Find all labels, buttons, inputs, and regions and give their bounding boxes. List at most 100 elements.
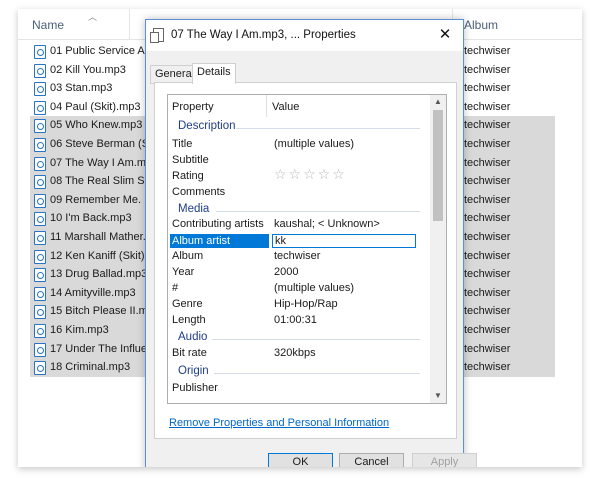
prop-bitrate-label: Bit rate xyxy=(172,347,207,359)
remove-properties-link[interactable]: Remove Properties and Personal Informati… xyxy=(169,417,389,429)
prop-album-label: Album xyxy=(172,250,204,262)
prop-year-label: Year xyxy=(172,266,195,278)
column-name-header[interactable]: Name xyxy=(32,18,64,32)
prop-rating-label: Rating xyxy=(172,170,204,182)
scroll-up-icon[interactable]: ▲ xyxy=(430,95,446,109)
album-artist-input[interactable]: kk xyxy=(272,234,416,248)
file-name: 04 Paul (Skit).mp3 xyxy=(50,100,141,113)
file-album: techwiser xyxy=(464,361,511,374)
close-button[interactable]: ✕ xyxy=(433,25,457,45)
sort-up-icon: ︿ xyxy=(88,12,98,22)
cancel-button[interactable]: Cancel xyxy=(339,453,404,467)
section-audio: Audio xyxy=(178,331,208,343)
apply-button[interactable]: Apply xyxy=(412,453,477,467)
file-name: 07 The Way I Am.m xyxy=(50,156,146,169)
scroll-thumb[interactable] xyxy=(433,110,443,221)
details-panel: Property Value Description Title (multip… xyxy=(154,82,457,439)
file-album: techwiser xyxy=(464,63,511,76)
prop-title-value[interactable]: (multiple values) xyxy=(274,138,354,150)
ok-button[interactable]: OK xyxy=(268,453,333,467)
prop-year-value[interactable]: 2000 xyxy=(274,266,298,278)
properties-dialog: 07 The Way I Am.mp3, ... Properties ✕ Ge… xyxy=(145,19,477,467)
file-album: techwiser xyxy=(464,268,511,281)
audio-file-icon xyxy=(34,361,46,376)
prop-contributing-artists-label: Contributing artists xyxy=(172,218,264,230)
file-album: techwiser xyxy=(464,324,511,336)
file-album: techwiser xyxy=(464,305,511,318)
header-divider[interactable] xyxy=(266,95,267,117)
file-name: 18 Criminal.mp3 xyxy=(50,361,131,374)
audio-file-icon xyxy=(34,193,46,208)
column-divider[interactable] xyxy=(129,9,130,39)
prop-genre-label: Genre xyxy=(172,298,203,310)
section-media: Media xyxy=(178,203,210,215)
file-album: techwiser xyxy=(464,175,511,188)
vertical-scrollbar[interactable]: ▲ ▼ xyxy=(430,95,446,403)
file-name: 06 Steve Berman (S... xyxy=(50,138,159,150)
file-album: techwiser xyxy=(464,231,511,243)
file-name: 03 Stan.mp3 xyxy=(50,82,113,95)
file-name: 01 Public Service A... xyxy=(50,45,154,57)
audio-file-icon xyxy=(34,63,46,78)
file-album: techwiser xyxy=(464,286,511,299)
file-album: techwiser xyxy=(464,45,511,57)
prop-publisher-label: Publisher xyxy=(172,382,218,394)
audio-file-icon xyxy=(34,249,46,264)
prop-genre-value[interactable]: Hip-Hop/Rap xyxy=(274,298,338,310)
album-artist-row-selected[interactable]: Album artist xyxy=(170,234,269,248)
audio-file-icon xyxy=(34,212,46,227)
audio-file-icon xyxy=(34,324,46,338)
tab-details[interactable]: Details xyxy=(192,63,236,84)
explorer-window: Name ︿ Album 01 Public Service A... techw… xyxy=(18,9,582,467)
column-album-header[interactable]: Album xyxy=(464,18,498,32)
file-name: 12 Ken Kaniff (Skit). xyxy=(50,249,148,262)
prop-number-label: # xyxy=(172,282,179,294)
file-name: 10 I'm Back.mp3 xyxy=(50,212,132,225)
audio-file-icon xyxy=(34,286,46,301)
file-album: techwiser xyxy=(464,212,511,225)
audio-file-icon xyxy=(34,175,46,190)
prop-number-value[interactable]: (multiple values) xyxy=(274,282,354,294)
audio-file-icon xyxy=(34,45,46,59)
file-album: techwiser xyxy=(464,193,511,206)
file-name: 02 Kill You.mp3 xyxy=(50,63,126,76)
file-album: techwiser xyxy=(464,156,511,169)
file-name: 17 Under The Influe... xyxy=(50,342,157,355)
audio-file-icon xyxy=(34,138,46,152)
property-list: Property Value Description Title (multip… xyxy=(167,94,447,404)
title-bar[interactable]: 07 The Way I Am.mp3, ... Properties ✕ xyxy=(146,20,463,51)
file-name: 09 Remember Me. xyxy=(50,193,142,206)
prop-title-label: Title xyxy=(172,138,193,150)
files-icon xyxy=(150,28,164,43)
prop-contributing-artists-value[interactable]: kaushal; < Unknown> xyxy=(274,218,380,230)
file-name: 13 Drug Ballad.mp3 xyxy=(50,268,148,281)
section-divider xyxy=(216,211,420,212)
file-album: techwiser xyxy=(464,138,511,150)
audio-file-icon xyxy=(34,268,46,283)
prop-album-value[interactable]: techwiser xyxy=(274,250,320,262)
audio-file-icon xyxy=(34,156,46,171)
prop-length-value: 01:00:31 xyxy=(274,314,317,326)
audio-file-icon xyxy=(34,119,46,134)
prop-bitrate-value: 320kbps xyxy=(274,347,316,359)
property-header[interactable]: Property xyxy=(172,101,214,113)
audio-file-icon xyxy=(34,82,46,97)
file-album: techwiser xyxy=(464,100,511,113)
prop-subtitle-label: Subtitle xyxy=(172,154,209,166)
scroll-down-icon[interactable]: ▼ xyxy=(430,389,446,403)
value-header[interactable]: Value xyxy=(272,101,299,113)
dialog-title: 07 The Way I Am.mp3, ... Properties xyxy=(171,29,356,41)
file-name: 11 Marshall Mather... xyxy=(50,231,152,243)
section-divider xyxy=(212,339,420,340)
section-divider xyxy=(214,373,420,374)
file-album: techwiser xyxy=(464,119,511,132)
file-album: techwiser xyxy=(464,249,511,262)
list-header: Property Value xyxy=(168,95,428,117)
rating-stars[interactable]: ☆☆☆☆☆ xyxy=(274,166,347,183)
file-name: 16 Kim.mp3 xyxy=(50,324,109,336)
audio-file-icon xyxy=(34,231,46,245)
prop-comments-label: Comments xyxy=(172,186,226,198)
audio-file-icon xyxy=(34,100,46,115)
file-name: 05 Who Knew.mp3 xyxy=(50,119,143,132)
file-album: techwiser xyxy=(464,342,511,355)
